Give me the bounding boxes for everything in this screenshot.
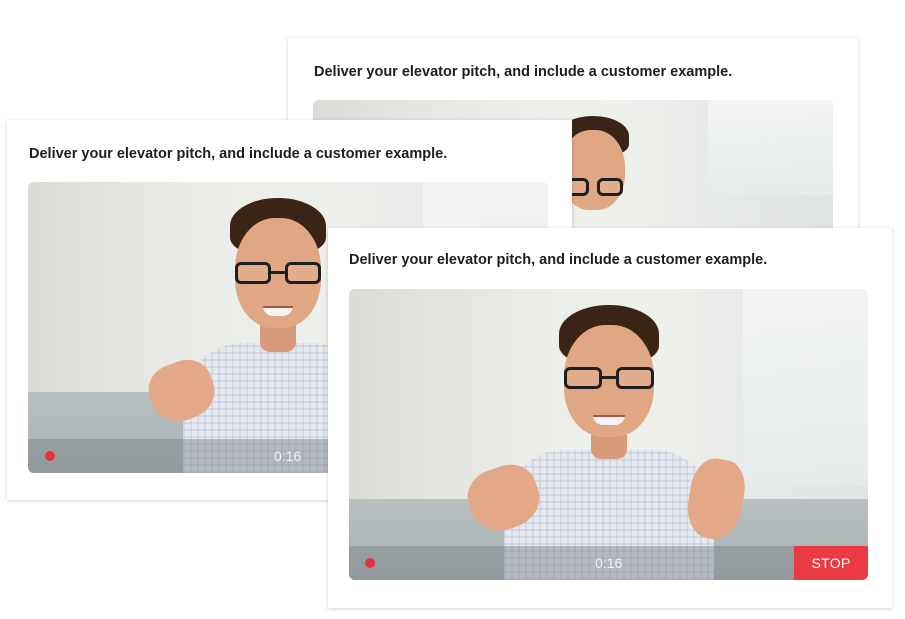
question-prompt: Deliver your elevator pitch, and include… [349,252,768,268]
recording-timer: 0:16 [595,555,623,571]
stop-button[interactable]: STOP [794,546,868,580]
question-prompt: Deliver your elevator pitch, and include… [29,146,448,162]
recording-timer: 0:16 [274,448,302,464]
question-prompt: Deliver your elevator pitch, and include… [314,64,733,80]
recording-indicator-icon [45,451,55,461]
video-preview: 0:16 STOP [349,289,868,580]
recording-indicator-icon [365,558,375,568]
recording-controls: 0:16 STOP [349,546,868,580]
presenter-figure [460,289,750,580]
recording-card-front: Deliver your elevator pitch, and include… [328,228,892,608]
